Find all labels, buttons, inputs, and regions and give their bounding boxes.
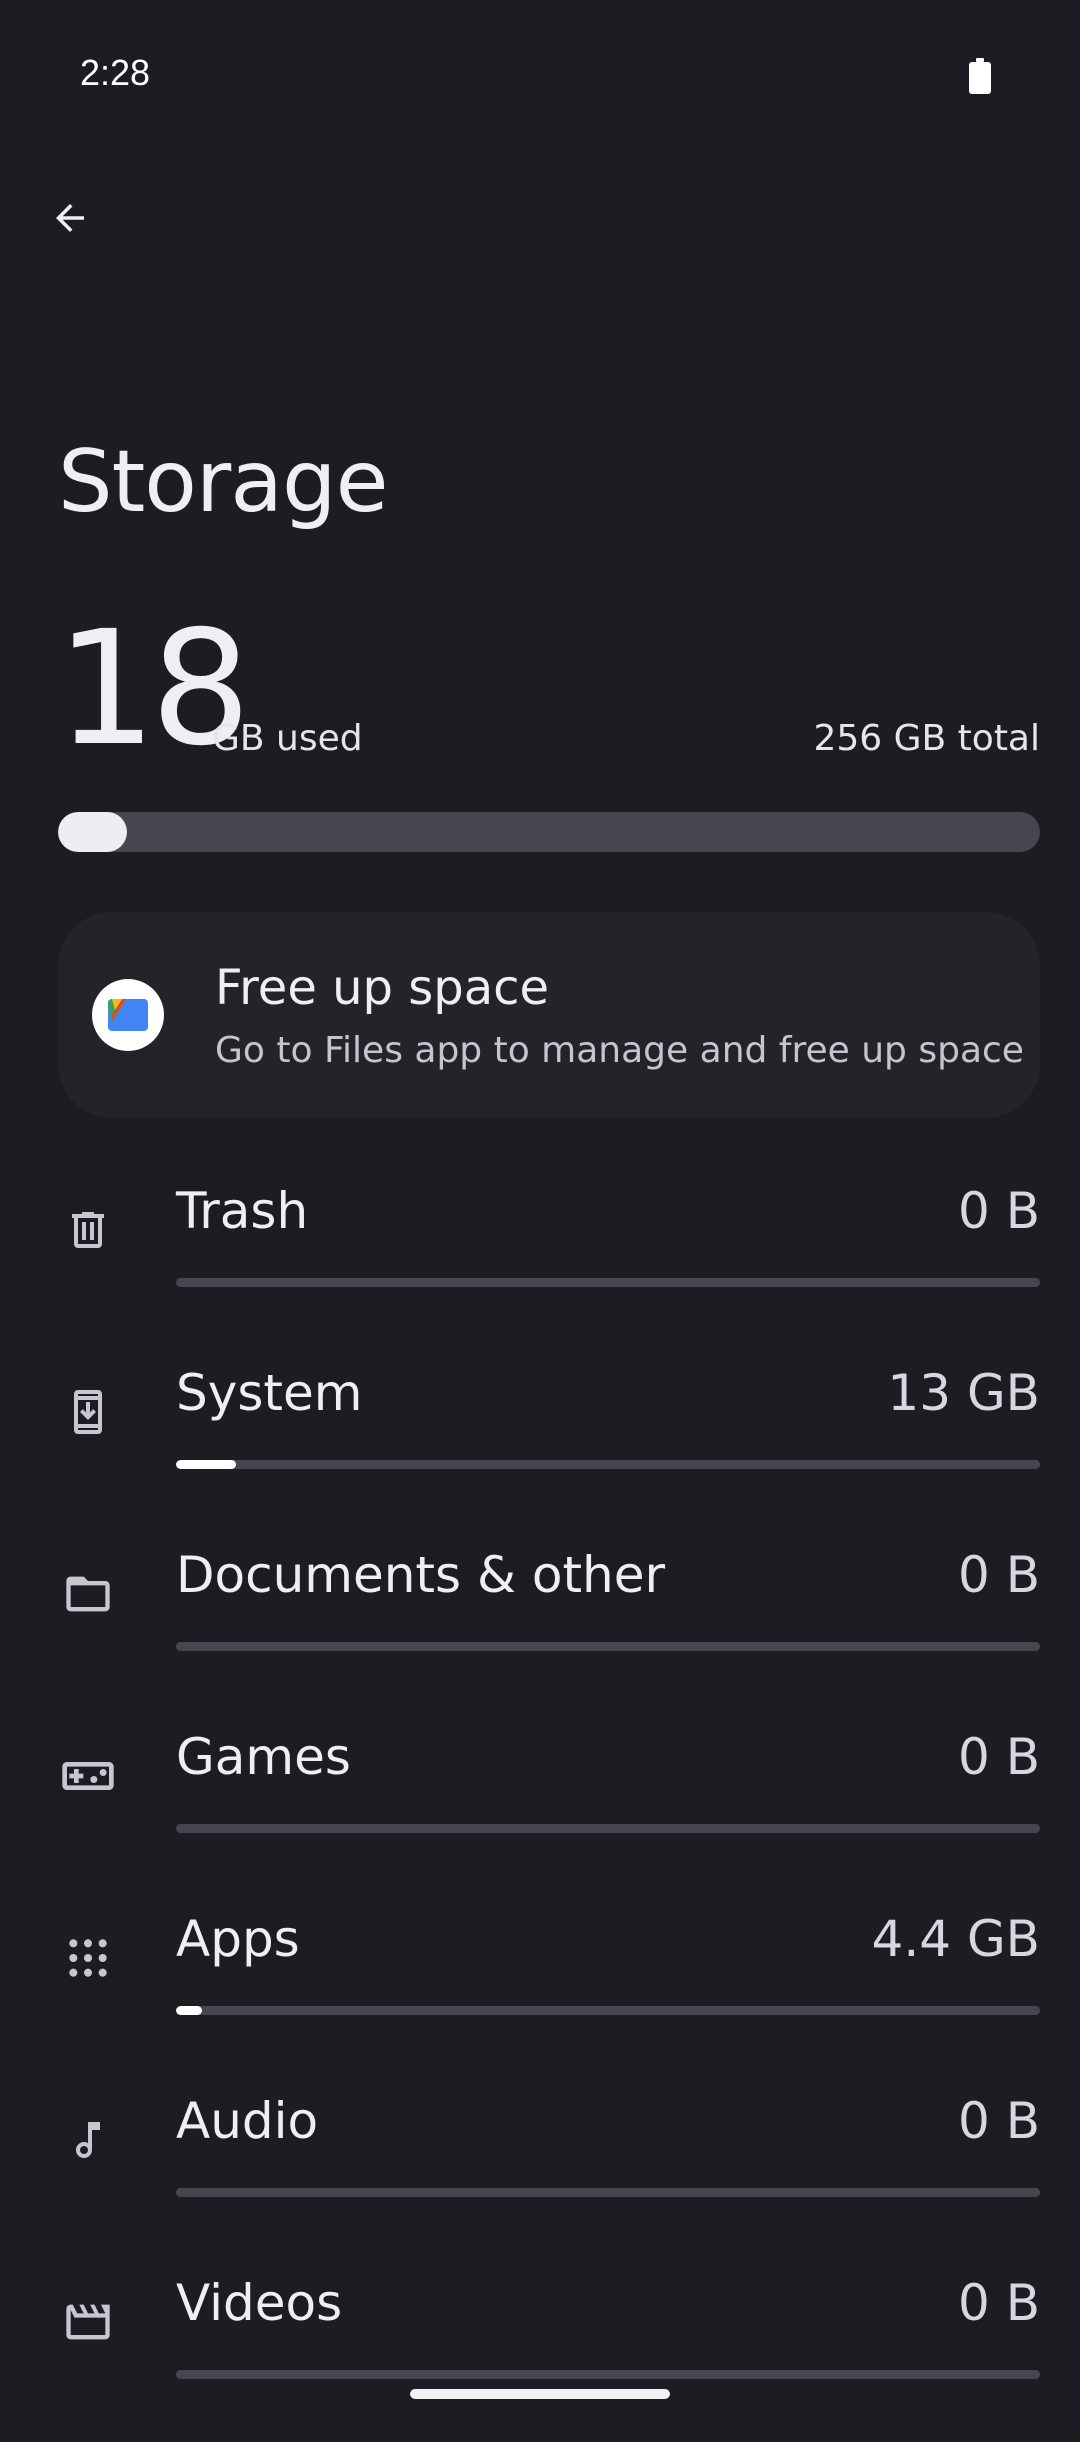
category-usage-bar-fill (176, 1460, 237, 1469)
free-up-space-card[interactable]: Free up space Go to Files app to manage … (58, 912, 1040, 1118)
storage-usage-bar-fill (58, 812, 128, 852)
trash-icon (56, 1198, 120, 1262)
category-system[interactable]: System 13 GB (0, 1350, 1080, 1532)
page-title: Storage (58, 432, 388, 532)
category-usage-bar (176, 2006, 1040, 2015)
category-label: Trash (176, 1182, 309, 1240)
home-gesture-bar[interactable] (410, 2389, 670, 2399)
category-usage-bar (176, 2188, 1040, 2197)
category-value: 13 GB (887, 1364, 1040, 1422)
category-label: Documents & other (176, 1546, 666, 1604)
category-value: 0 B (957, 1182, 1040, 1240)
files-app-icon (92, 979, 164, 1051)
music-note-icon (56, 2108, 120, 2172)
category-label: Games (176, 1728, 351, 1786)
system-update-icon (56, 1380, 120, 1444)
category-usage-bar (176, 2370, 1040, 2379)
category-value: 0 B (957, 1546, 1040, 1604)
category-label: System (176, 1364, 363, 1422)
battery-full-icon (968, 58, 992, 94)
category-usage-bar (176, 1824, 1040, 1833)
free-up-space-subtitle: Go to Files app to manage and free up sp… (215, 1030, 1024, 1071)
arrow-back-icon (49, 197, 91, 243)
category-audio[interactable]: Audio 0 B (0, 2078, 1080, 2260)
storage-usage-bar (58, 812, 1040, 852)
folder-icon (56, 1562, 120, 1626)
category-trash[interactable]: Trash 0 B (0, 1168, 1080, 1350)
storage-total-label: 256 GB total (813, 718, 1040, 759)
storage-used-label: GB used (212, 718, 363, 759)
back-button[interactable] (30, 180, 110, 260)
apps-grid-icon (56, 1926, 120, 1990)
category-usage-bar (176, 1642, 1040, 1651)
category-games[interactable]: Games 0 B (0, 1714, 1080, 1896)
category-label: Apps (176, 1910, 300, 1968)
category-usage-bar (176, 1460, 1040, 1469)
category-label: Videos (176, 2274, 343, 2332)
status-clock: 2:28 (80, 52, 151, 93)
category-apps[interactable]: Apps 4.4 GB (0, 1896, 1080, 2078)
category-usage-bar-fill (176, 2006, 202, 2015)
movie-icon (56, 2290, 120, 2354)
category-label: Audio (176, 2092, 319, 2150)
category-value: 4.4 GB (871, 1910, 1040, 1968)
category-value: 0 B (957, 1728, 1040, 1786)
status-bar: 2:28 (0, 0, 1080, 150)
free-up-space-title: Free up space (215, 960, 550, 1016)
category-documents-other[interactable]: Documents & other 0 B (0, 1532, 1080, 1714)
gamepad-icon (56, 1744, 120, 1808)
category-usage-bar (176, 1278, 1040, 1287)
category-value: 0 B (957, 2092, 1040, 2150)
category-value: 0 B (957, 2274, 1040, 2332)
category-videos[interactable]: Videos 0 B (0, 2260, 1080, 2442)
